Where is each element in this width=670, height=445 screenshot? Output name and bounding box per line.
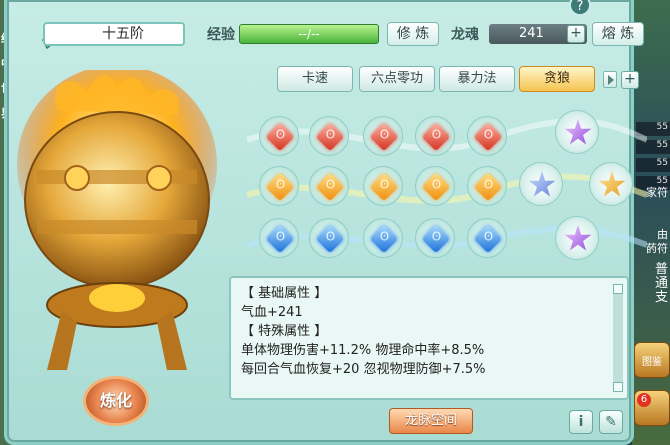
tab-kasu[interactable]: 卡速 <box>277 66 353 92</box>
refine-button[interactable]: 炼化 <box>83 376 149 426</box>
orange-gem-slot[interactable] <box>415 166 455 206</box>
orange-gem-slot[interactable] <box>309 166 349 206</box>
tab-liudian[interactable]: 六点零功 <box>359 66 435 92</box>
star-gem-slot[interactable] <box>555 216 599 260</box>
blue-gem-icon <box>369 224 399 254</box>
attributes-panel: 【 基础属性 】 气血+241 【 特殊属性 】 单体物理伤害+11.2% 物理… <box>229 276 629 400</box>
star-gem-icon <box>564 119 592 145</box>
scroll-up-arrow-icon[interactable] <box>613 284 623 294</box>
tab-tanlang[interactable]: 贪狼 <box>519 66 595 92</box>
orange-gem-icon <box>473 172 503 202</box>
orange-gem-slot[interactable] <box>259 166 299 206</box>
help-button[interactable]: ? <box>569 0 591 16</box>
stage-label: 十五阶 <box>43 22 185 46</box>
red-gem-icon <box>265 122 295 152</box>
hp-attr: 气血+241 <box>241 305 303 320</box>
special-attr-line: 单体物理伤害+11.2% 物理命中率+8.5% <box>241 343 485 358</box>
world-glyph: 支 <box>654 290 668 305</box>
blue-gem-slot[interactable] <box>415 218 455 258</box>
orange-gem-icon <box>315 172 345 202</box>
blue-gem-slot[interactable] <box>363 218 403 258</box>
orange-gem-slot[interactable] <box>363 166 403 206</box>
blue-gem-icon <box>473 224 503 254</box>
basic-attr-header: 【 基础属性 】 <box>241 286 328 301</box>
exp-label: 经验 <box>207 27 235 43</box>
orange-gem-icon <box>369 172 399 202</box>
blue-gem-icon <box>315 224 345 254</box>
smelt-button[interactable]: 熔 炼 <box>592 22 644 46</box>
special-attr-header: 【 特殊属性 】 <box>241 324 328 339</box>
blue-gem-slot[interactable] <box>309 218 349 258</box>
blue-gem-slot[interactable] <box>259 218 299 258</box>
soul-label: 龙魂 <box>451 27 479 43</box>
handbook-icon[interactable]: 图鉴 <box>634 342 670 378</box>
handbook-label: 图鉴 <box>642 357 662 368</box>
blue-gem-icon <box>265 224 295 254</box>
orange-gem-icon <box>421 172 451 202</box>
blue-gem-icon <box>421 224 451 254</box>
red-gem-slot[interactable] <box>309 116 349 156</box>
tab-next-arrow[interactable] <box>603 71 617 88</box>
cultivate-button[interactable]: 修 炼 <box>387 22 439 46</box>
edit-icon[interactable]: ✎ <box>599 410 623 434</box>
red-gem-icon <box>315 122 345 152</box>
red-gem-icon <box>421 122 451 152</box>
red-gem-slot[interactable] <box>415 116 455 156</box>
exp-bar: --/-- <box>239 24 379 44</box>
world-glyph: 家符 <box>646 186 668 199</box>
red-gem-icon <box>369 122 399 152</box>
red-gem-slot[interactable] <box>363 116 403 156</box>
star-gem-slot[interactable] <box>589 162 633 206</box>
red-gem-icon <box>473 122 503 152</box>
world-glyph: 菂符 <box>646 242 668 255</box>
treasure-icon[interactable]: 6 <box>634 390 670 426</box>
orange-gem-icon <box>265 172 295 202</box>
info-icon[interactable]: i <box>569 410 593 434</box>
star-gem-icon <box>564 225 592 251</box>
red-gem-slot[interactable] <box>259 116 299 156</box>
tab-baolifa[interactable]: 暴力法 <box>439 66 515 92</box>
game-scene: 细 中 世 界 55 55 55 55 由 家符 菂符 普 通 支 图鉴 6 ?… <box>0 0 670 445</box>
notification-badge: 6 <box>637 393 651 407</box>
blue-gem-slot[interactable] <box>467 218 507 258</box>
dragon-urn-icon <box>17 70 217 370</box>
star-gem-slot[interactable] <box>555 110 599 154</box>
scroll-down-arrow-icon[interactable] <box>613 382 623 392</box>
attr-scrollbar[interactable] <box>613 284 623 392</box>
special-attr-line: 每回合气血恢复+20 忽视物理防御+7.5% <box>241 362 486 377</box>
add-soul-button[interactable]: + <box>567 25 585 43</box>
orange-gem-slot[interactable] <box>467 166 507 206</box>
dragon-space-button[interactable]: 龙脉空间 <box>389 408 473 434</box>
red-gem-slot[interactable] <box>467 116 507 156</box>
add-tab-button[interactable]: + <box>621 71 639 89</box>
star-gem-icon <box>598 171 626 197</box>
dragon-vein-panel: ? 十五阶 经验 --/-- 修 炼 龙魂 241 + 熔 炼 卡速 六点零功 … <box>4 0 647 445</box>
star-gem-slot[interactable] <box>519 162 563 206</box>
star-gem-icon <box>528 171 556 197</box>
